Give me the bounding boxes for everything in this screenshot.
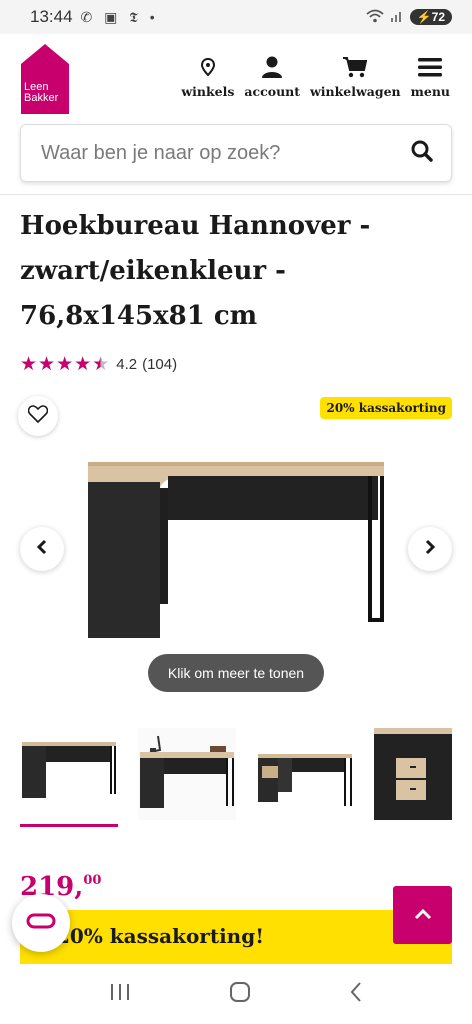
star-partial-icon: ★: [92, 353, 110, 375]
notification-icons: ✆ ▣ 𝕿 •: [80, 8, 159, 25]
logo-text: Leen Bakker: [24, 81, 59, 104]
chat-icon: [26, 913, 56, 933]
recents-icon[interactable]: [109, 982, 131, 1006]
chevron-left-icon: [36, 539, 48, 559]
signal-icon: [390, 9, 404, 26]
show-more-button[interactable]: Klik om meer te tonen: [148, 654, 324, 692]
system-nav-bar: [0, 964, 472, 1024]
home-icon[interactable]: [229, 981, 251, 1007]
status-right: ⚡72: [366, 9, 452, 26]
thumbnail-strip: [20, 728, 452, 828]
battery-indicator: ⚡72: [409, 9, 452, 25]
nav-label: winkels: [181, 84, 235, 99]
star-icon: ★: [20, 353, 38, 375]
wifi-icon: [366, 9, 384, 26]
status-bar: 13:44 ✆ ▣ 𝕿 • ⚡72: [0, 0, 472, 34]
product-title: Hoekbureau Hannover - zwart/eikenkleur -…: [20, 211, 371, 331]
promo-banner: 20% kassakorting!: [20, 910, 452, 964]
leen-bakker-logo[interactable]: Leen Bakker: [20, 42, 70, 114]
thumbnail-3[interactable]: [256, 728, 354, 820]
gallery-next-button[interactable]: [408, 527, 452, 571]
header-nav: winkels account winkelwagen menu: [181, 54, 450, 99]
star-icon: ★: [74, 353, 92, 375]
heart-icon: [27, 405, 49, 427]
nav-winkelwagen[interactable]: winkelwagen: [310, 54, 401, 99]
site-header: Leen Bakker winkels account winkelwagen: [0, 34, 472, 124]
favorite-button[interactable]: [18, 396, 58, 436]
thumbnail-1[interactable]: [20, 728, 118, 820]
nav-winkels[interactable]: winkels: [181, 54, 234, 99]
product-rating[interactable]: ★ ★ ★ ★ ★ 4.2 (104): [20, 354, 177, 374]
chat-button[interactable]: [12, 894, 70, 952]
promo-banner-text: 20% kassakorting!: [56, 924, 264, 948]
cart-icon: [343, 54, 368, 80]
discount-badge: 20% kassakorting: [320, 397, 452, 419]
gallery-prev-button[interactable]: [20, 527, 64, 571]
nav-label: menu: [410, 84, 450, 99]
rating-count: (104): [142, 355, 178, 373]
status-time: 13:44: [30, 7, 73, 26]
header-divider: [0, 194, 472, 195]
star-icon: ★: [56, 353, 74, 375]
back-icon[interactable]: [349, 981, 363, 1007]
nav-account[interactable]: account: [244, 54, 300, 99]
search-icon[interactable]: [411, 140, 433, 166]
user-icon: [262, 54, 283, 80]
search-input[interactable]: Waar ben je naar op zoek?: [20, 124, 452, 182]
nav-menu[interactable]: menu: [411, 54, 450, 99]
product-image[interactable]: [84, 456, 390, 646]
chevron-up-icon: [413, 906, 433, 925]
back-to-top-button[interactable]: [393, 886, 452, 944]
search-placeholder: Waar ben je naar op zoek?: [41, 141, 281, 164]
nav-label: account: [244, 84, 301, 99]
thumbnail-4[interactable]: [374, 728, 472, 820]
location-pin-icon: [200, 54, 215, 80]
chevron-right-icon: [424, 539, 436, 559]
thumbnail-active-indicator: [20, 824, 118, 827]
hamburger-icon: [418, 54, 443, 80]
nav-label: winkelwagen: [310, 84, 401, 99]
star-icon: ★: [38, 353, 56, 375]
rating-score: 4.2: [116, 355, 138, 373]
thumbnail-2[interactable]: [138, 728, 236, 820]
